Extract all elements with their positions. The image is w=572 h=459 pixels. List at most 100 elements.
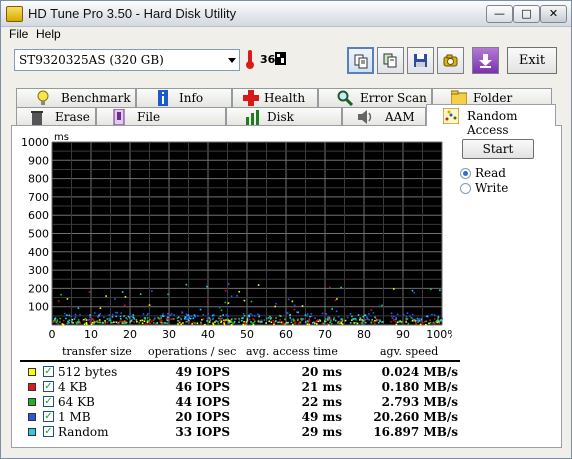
scatter-point xyxy=(420,318,423,321)
write-radio[interactable]: Write xyxy=(460,181,530,196)
scatter-point xyxy=(236,295,238,297)
scatter-point xyxy=(79,313,81,316)
scatter-point xyxy=(333,317,335,319)
scatter-point xyxy=(292,318,295,320)
series-checkbox[interactable]: ✓ xyxy=(43,366,54,377)
scatter-point xyxy=(54,317,57,319)
read-radio[interactable]: Read xyxy=(460,166,530,181)
scatter-point xyxy=(111,321,113,324)
scatter-point xyxy=(378,321,380,324)
scatter-point xyxy=(105,295,107,297)
iops-value: 20 IOPS xyxy=(175,410,230,424)
scatter-point xyxy=(429,321,432,324)
temperature-readout: 36 xyxy=(260,53,276,66)
series-color-swatch xyxy=(28,413,36,421)
scatter-point xyxy=(405,316,408,318)
table-row: ✓ 1 MB 20 IOPS 49 ms 20.260 MB/s xyxy=(20,409,460,424)
scatter-point xyxy=(145,323,147,325)
scatter-point xyxy=(322,322,325,325)
scatter-point xyxy=(65,317,67,320)
scatter-point xyxy=(144,317,146,319)
x-tick-label: 10 xyxy=(84,328,98,340)
scatter-point xyxy=(431,313,433,316)
scatter-point xyxy=(167,316,169,319)
y-axis-unit: ms xyxy=(54,132,69,143)
scatter-point xyxy=(114,298,116,300)
scatter-point xyxy=(185,283,188,286)
screenshot-button[interactable] xyxy=(437,47,464,74)
scatter-point xyxy=(162,313,164,315)
scatter-point xyxy=(147,320,150,322)
tab-erase[interactable]: Erase xyxy=(16,107,96,126)
tab-aam[interactable]: AAM xyxy=(342,107,426,126)
scatter-point xyxy=(74,316,77,319)
scatter-point xyxy=(225,319,227,321)
scatter-point xyxy=(238,290,241,293)
scatter-point xyxy=(224,301,227,304)
scatter-point xyxy=(60,293,62,296)
copy-icon xyxy=(354,54,368,69)
tab-file-benchmark[interactable]: File Benchmark xyxy=(96,107,226,138)
read-radio-dot[interactable] xyxy=(460,168,471,179)
speed-value: 2.793 MB/s xyxy=(381,395,458,409)
scatter-point xyxy=(146,314,149,316)
scatter-point xyxy=(231,318,233,320)
write-radio-dot[interactable] xyxy=(460,183,471,194)
scatter-point xyxy=(71,321,73,323)
scatter-point xyxy=(425,324,427,326)
scatter-point xyxy=(224,289,227,292)
series-checkbox[interactable]: ✓ xyxy=(43,426,54,437)
close-icon[interactable]: ✕ xyxy=(540,5,567,23)
scatter-point xyxy=(132,314,135,316)
scatter-point xyxy=(121,291,124,293)
exit-button[interactable]: Exit xyxy=(507,47,557,74)
series-color-swatch xyxy=(28,428,36,436)
start-button[interactable]: Start xyxy=(462,139,534,159)
tab-benchmark[interactable]: Benchmark xyxy=(16,88,136,107)
save-button[interactable] xyxy=(407,47,434,74)
scatter-point xyxy=(149,318,151,321)
tab-error-scan[interactable]: Error Scan xyxy=(318,88,432,107)
scatter-point xyxy=(164,322,167,324)
tab-info[interactable]: Info xyxy=(136,88,232,107)
series-checkbox[interactable]: ✓ xyxy=(43,396,54,407)
tab-random-access[interactable]: Random Access xyxy=(426,104,556,137)
scatter-point xyxy=(374,322,376,325)
scatter-point xyxy=(272,319,275,322)
scatter-point xyxy=(330,320,332,322)
copy-all-button[interactable] xyxy=(377,47,404,74)
scatter-point xyxy=(227,302,230,304)
scatter-point xyxy=(340,318,343,320)
scatter-point xyxy=(284,322,286,325)
minimize-icon[interactable]: — xyxy=(486,5,513,23)
scatter-point xyxy=(177,316,180,319)
tab-disk-monitor[interactable]: Disk monitor xyxy=(226,107,342,138)
scatter-point xyxy=(353,322,356,324)
scatter-point xyxy=(199,308,202,311)
scatter-point xyxy=(90,323,93,326)
minimize-to-tray-button[interactable] xyxy=(472,47,499,74)
scatter-point xyxy=(438,322,441,325)
series-checkbox[interactable]: ✓ xyxy=(43,381,54,392)
x-tick-label: 20 xyxy=(123,328,137,340)
scatter-point xyxy=(127,315,130,318)
scatter-point xyxy=(56,319,59,321)
copy-info-button[interactable] xyxy=(347,47,374,74)
scatter-point xyxy=(293,308,296,311)
scatter-point xyxy=(336,322,339,324)
scatter-point xyxy=(282,323,285,325)
scatter-point xyxy=(329,321,331,324)
scatter-point xyxy=(433,318,436,320)
maximize-icon[interactable]: □ xyxy=(513,5,540,23)
scatter-point xyxy=(439,319,442,322)
series-checkbox[interactable]: ✓ xyxy=(43,411,54,422)
drive-select[interactable]: ST9320325AS (320 GB) xyxy=(14,49,240,71)
menu-file[interactable]: File xyxy=(9,27,28,41)
menu-help[interactable]: Help xyxy=(36,27,61,41)
tab-health[interactable]: Health xyxy=(232,88,318,107)
scatter-point xyxy=(173,314,175,316)
scatter-point xyxy=(252,318,254,320)
scatter-point xyxy=(437,318,439,320)
scatter-point xyxy=(309,315,311,318)
scatter-point xyxy=(381,304,383,307)
